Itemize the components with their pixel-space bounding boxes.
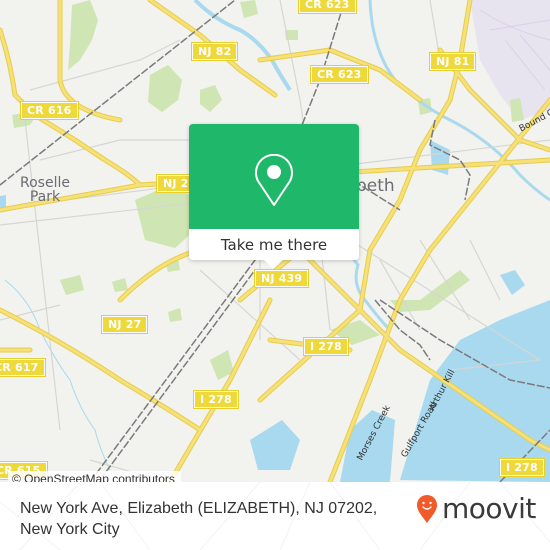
road-shield-i-278: I 278	[193, 390, 239, 409]
map-attribution[interactable]: © OpenStreetMap contributors	[8, 471, 181, 482]
place-label-roselle-park: Roselle Park	[20, 176, 70, 204]
road-shield-cr-623: CR 623	[310, 65, 369, 84]
popup-pointer	[263, 259, 283, 269]
take-me-there-button[interactable]: Take me there	[189, 229, 359, 260]
moovit-smile-pin-icon	[417, 494, 437, 523]
moovit-logo[interactable]: moovit	[416, 492, 536, 525]
road-shield-nj-82: NJ 82	[190, 42, 239, 61]
road-shield-nj-27: NJ 27	[100, 315, 149, 334]
location-popup: Take me there	[189, 124, 359, 269]
place-label-roselle: Roselle	[20, 175, 70, 191]
moovit-wordmark: moovit	[442, 492, 536, 525]
address-line-2: New York City	[20, 521, 120, 538]
road-shield-nj-439: NJ 439	[253, 269, 310, 288]
road-shield-i-278: I 278	[303, 337, 349, 356]
road-shield-cr-617: CR 617	[0, 358, 46, 377]
map-pin-icon	[255, 154, 293, 206]
place-label-park: Park	[29, 189, 61, 205]
road-shield-nj-81: NJ 81	[428, 52, 477, 71]
road-shield-i-278: I 278	[499, 458, 545, 477]
place-label-elizabeth: beth	[356, 176, 395, 196]
road-shield-cr-616: CR 616	[20, 101, 79, 120]
address-text: New York Ave, Elizabeth (ELIZABETH), NJ …	[20, 498, 390, 540]
map-view[interactable]: Roselle Park beth CR 623 NJ 82 CR 623 NJ…	[0, 0, 550, 482]
address-line-1: New York Ave, Elizabeth (ELIZABETH), NJ …	[20, 500, 378, 517]
popup-header	[189, 124, 359, 229]
road-shield-cr-623: CR 623	[298, 0, 357, 14]
